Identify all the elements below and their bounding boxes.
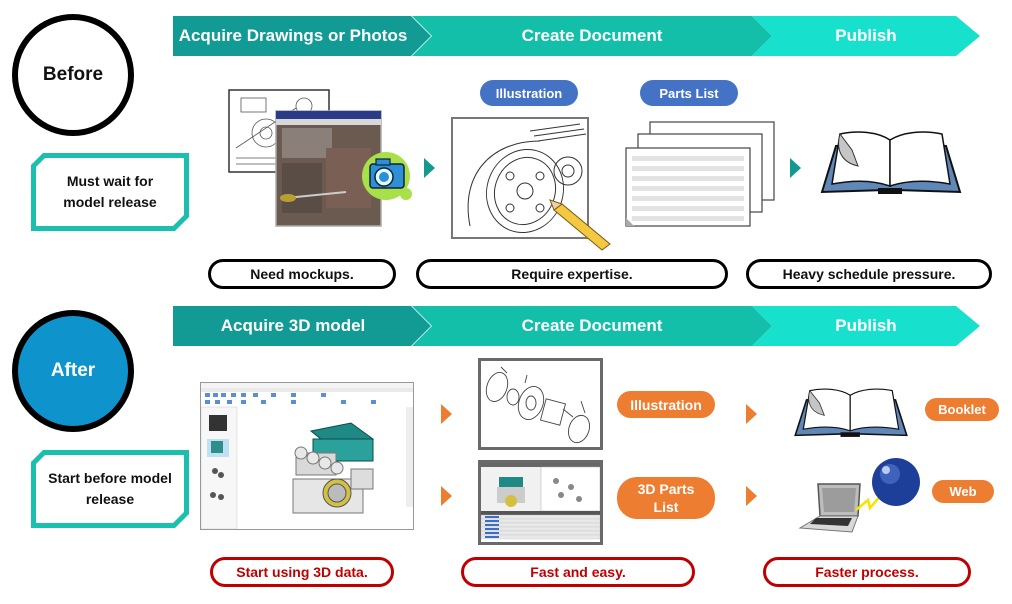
before-arrow-1 bbox=[424, 158, 435, 178]
after-arrow-2 bbox=[441, 486, 452, 506]
after-callout-3d-data: Start using 3D data. bbox=[210, 557, 394, 587]
before-callout-expertise: Require expertise. bbox=[416, 259, 728, 289]
after-callout-fast-easy: Fast and easy. bbox=[461, 557, 695, 587]
before-step-publish-label: Publish bbox=[835, 26, 897, 45]
before-callout-schedule-text: Heavy schedule pressure. bbox=[782, 266, 956, 282]
after-tag-3d-parts-list-label: 3D Parts List bbox=[637, 481, 695, 515]
before-step-publish: Publish bbox=[752, 16, 980, 56]
open-book-icon bbox=[818, 128, 964, 198]
after-tag-booklet-label: Booklet bbox=[938, 402, 986, 417]
after-arrow-3 bbox=[746, 404, 757, 424]
camera-icon bbox=[369, 158, 405, 189]
before-step-create-label: Create Document bbox=[521, 26, 663, 45]
before-arrow-2 bbox=[790, 158, 801, 178]
before-callout-mockups-text: Need mockups. bbox=[250, 266, 354, 282]
before-label: Before bbox=[42, 64, 104, 85]
before-phase-circle: Before bbox=[12, 14, 134, 136]
after-arrow-4 bbox=[746, 486, 757, 506]
after-callout-3d-data-text: Start using 3D data. bbox=[236, 564, 368, 580]
before-note-text: Must wait for model release bbox=[36, 158, 184, 226]
after-tag-web-label: Web bbox=[949, 484, 977, 499]
after-callout-faster: Faster process. bbox=[763, 557, 971, 587]
after-step-create: Create Document bbox=[412, 306, 772, 346]
after-phase-circle: After bbox=[12, 310, 134, 432]
after-note-text: Start before model release bbox=[36, 455, 184, 523]
before-step-create: Create Document bbox=[412, 16, 772, 56]
after-tag-illustration: Illustration bbox=[617, 391, 715, 418]
parts-list-screen-icon bbox=[478, 460, 603, 545]
before-step-acquire-label: Acquire Drawings or Photos bbox=[178, 26, 408, 45]
before-callout-mockups: Need mockups. bbox=[208, 259, 396, 289]
before-callout-expertise-text: Require expertise. bbox=[511, 266, 633, 282]
after-step-publish: Publish bbox=[752, 306, 980, 346]
after-label: After bbox=[50, 360, 96, 381]
before-step-acquire: Acquire Drawings or Photos bbox=[173, 16, 431, 56]
before-tag-illustration-label: Illustration bbox=[495, 85, 563, 101]
cad-software-window-icon bbox=[200, 382, 414, 530]
exploded-view-icon bbox=[478, 358, 603, 450]
after-tag-illustration-label: Illustration bbox=[630, 396, 702, 413]
before-tag-parts-list-label: Parts List bbox=[659, 85, 719, 101]
laptop-globe-icon bbox=[798, 454, 924, 540]
document-stack-icon bbox=[624, 118, 780, 228]
before-callout-schedule: Heavy schedule pressure. bbox=[746, 259, 992, 289]
open-book-icon bbox=[792, 386, 910, 440]
after-step-publish-label: Publish bbox=[835, 316, 897, 335]
after-tag-3d-parts-list: 3D Parts List bbox=[617, 477, 715, 519]
after-step-acquire-label: Acquire 3D model bbox=[220, 316, 366, 335]
before-tag-parts-list: Parts List bbox=[640, 80, 738, 106]
after-callout-fast-easy-text: Fast and easy. bbox=[530, 564, 626, 580]
before-note-box: Must wait for model release bbox=[31, 153, 189, 231]
after-callout-faster-text: Faster process. bbox=[815, 564, 919, 580]
after-arrow-1 bbox=[441, 404, 452, 424]
pencil-illustration-icon bbox=[450, 116, 620, 252]
drawing-and-photo-icon bbox=[226, 88, 416, 230]
after-step-acquire: Acquire 3D model bbox=[173, 306, 431, 346]
after-tag-booklet: Booklet bbox=[925, 398, 999, 421]
before-tag-illustration: Illustration bbox=[480, 80, 578, 106]
after-tag-web: Web bbox=[932, 480, 994, 503]
after-note-box: Start before model release bbox=[31, 450, 189, 528]
after-step-create-label: Create Document bbox=[521, 316, 663, 335]
